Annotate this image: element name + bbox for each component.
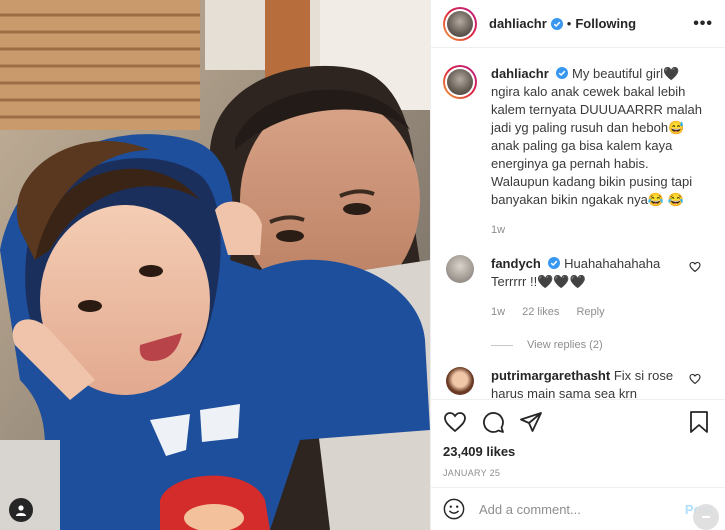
chevron-down-icon — [702, 516, 710, 518]
verified-icon — [556, 67, 569, 79]
commenter-username[interactable]: fandych — [491, 256, 541, 271]
heart-icon[interactable] — [443, 410, 467, 434]
comment-item: fandych Huahahahahaha Terrrrr !!🖤🖤🖤 1w 2… — [443, 255, 709, 321]
comment-time[interactable]: 1w — [491, 306, 505, 318]
post-header: dahliachr • Following ••• — [431, 0, 725, 48]
photo-image — [0, 0, 430, 530]
tag-user-button[interactable] — [9, 498, 33, 522]
post-actions: 23,409 likes JANUARY 25 — [431, 399, 725, 478]
verified-icon — [548, 257, 561, 269]
bookmark-icon[interactable] — [687, 410, 711, 434]
comment-item: putrimargarethasht Fix si rose harus mai… — [443, 367, 709, 399]
caption-avatar[interactable] — [443, 65, 477, 99]
comment-like-heart-icon[interactable] — [689, 373, 701, 385]
scroll-down-indicator[interactable] — [693, 504, 719, 530]
author-avatar[interactable] — [443, 6, 477, 41]
caption-username[interactable]: dahliachr — [491, 66, 549, 81]
comments-list[interactable]: dahliachr My beautiful girl🖤 ngira kalo … — [431, 49, 725, 399]
caption-text: My beautiful girl🖤 ngira kalo anak cewek… — [491, 66, 702, 207]
caption-time[interactable]: 1w — [491, 221, 709, 239]
more-icon[interactable]: ••• — [693, 15, 713, 33]
view-replies-button[interactable]: View replies (2) — [491, 339, 709, 351]
separator-dot: • — [566, 16, 572, 31]
tag-user-icon — [16, 505, 26, 516]
reply-button[interactable]: Reply — [576, 306, 604, 318]
emoji-icon[interactable] — [443, 498, 465, 520]
comment-icon[interactable] — [481, 410, 505, 434]
replies-line — [491, 344, 513, 346]
post-photo[interactable] — [0, 0, 430, 530]
view-replies-label: View replies (2) — [527, 339, 603, 351]
share-icon[interactable] — [519, 410, 543, 434]
following-button[interactable]: Following — [575, 16, 636, 31]
comment-like-heart-icon[interactable] — [689, 261, 701, 273]
commenter-avatar[interactable] — [446, 255, 474, 283]
add-comment-bar: Post — [431, 487, 725, 530]
commenter-username[interactable]: putrimargarethasht — [491, 368, 610, 383]
comment-input[interactable] — [479, 501, 685, 517]
post-side-panel: dahliachr • Following ••• dahliachr My b… — [430, 0, 725, 530]
author-username[interactable]: dahliachr — [489, 16, 547, 31]
comment-likes[interactable]: 22 likes — [522, 306, 559, 318]
commenter-avatar[interactable] — [446, 367, 474, 395]
post-caption: dahliachr My beautiful girl🖤 ngira kalo … — [443, 65, 709, 239]
post-date[interactable]: JANUARY 25 — [443, 468, 711, 478]
like-count[interactable]: 23,409 likes — [443, 444, 711, 459]
verified-icon — [550, 17, 563, 30]
